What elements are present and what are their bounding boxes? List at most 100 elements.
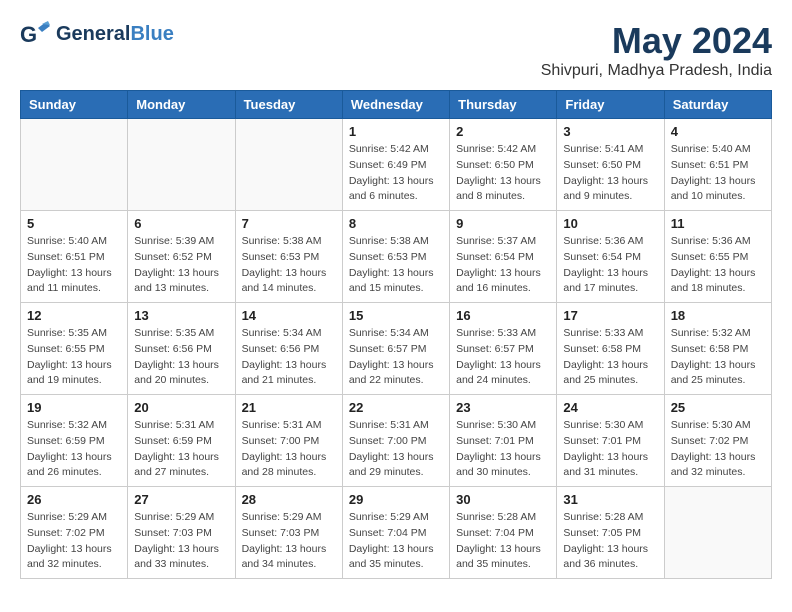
- logo-icon: G: [20, 20, 52, 48]
- calendar-cell: 11 Sunrise: 5:36 AM Sunset: 6:55 PM Dayli…: [664, 211, 771, 303]
- calendar-cell: 13 Sunrise: 5:35 AM Sunset: 6:56 PM Dayli…: [128, 303, 235, 395]
- calendar-cell: 19Sunrise: 5:32 AM Sunset: 6:59 PM Dayli…: [21, 395, 128, 487]
- calendar-cell: 5 Sunrise: 5:40 AM Sunset: 6:51 PM Daylig…: [21, 211, 128, 303]
- day-number: 14: [242, 308, 336, 323]
- month-title: May 2024: [541, 20, 772, 62]
- calendar-cell: 2Sunrise: 5:42 AM Sunset: 6:50 PM Daylig…: [450, 119, 557, 211]
- day-info: Sunrise: 5:31 AM Sunset: 6:59 PM Dayligh…: [134, 418, 228, 481]
- weekday-header-wednesday: Wednesday: [342, 91, 449, 119]
- day-number: 28: [242, 492, 336, 507]
- calendar-week-row: 1 Sunrise: 5:42 AM Sunset: 6:49 PM Daylig…: [21, 119, 772, 211]
- day-number: 7: [242, 216, 336, 231]
- weekday-header-tuesday: Tuesday: [235, 91, 342, 119]
- calendar-cell: 29Sunrise: 5:29 AM Sunset: 7:04 PM Dayli…: [342, 487, 449, 579]
- day-info: Sunrise: 5:28 AM Sunset: 7:04 PM Dayligh…: [456, 510, 550, 573]
- weekday-header-thursday: Thursday: [450, 91, 557, 119]
- day-number: 24: [563, 400, 657, 415]
- calendar-week-row: 19Sunrise: 5:32 AM Sunset: 6:59 PM Dayli…: [21, 395, 772, 487]
- day-number: 11: [671, 216, 765, 231]
- calendar-cell: 23 Sunrise: 5:30 AM Sunset: 7:01 PM Dayli…: [450, 395, 557, 487]
- day-info: Sunrise: 5:29 AM Sunset: 7:03 PM Dayligh…: [134, 510, 228, 573]
- day-number: 20: [134, 400, 228, 415]
- day-number: 22: [349, 400, 443, 415]
- day-info: Sunrise: 5:30 AM Sunset: 7:01 PM Dayligh…: [456, 418, 550, 481]
- calendar-cell: 27Sunrise: 5:29 AM Sunset: 7:03 PM Dayli…: [128, 487, 235, 579]
- calendar-cell: 9 Sunrise: 5:37 AM Sunset: 6:54 PM Daylig…: [450, 211, 557, 303]
- day-number: 19: [27, 400, 121, 415]
- title-block: May 2024 Shivpuri, Madhya Pradesh, India: [541, 20, 772, 80]
- calendar-cell: 30 Sunrise: 5:28 AM Sunset: 7:04 PM Dayli…: [450, 487, 557, 579]
- calendar-header-row: SundayMondayTuesdayWednesdayThursdayFrid…: [21, 91, 772, 119]
- weekday-header-monday: Monday: [128, 91, 235, 119]
- day-number: 9: [456, 216, 550, 231]
- calendar-cell: 3 Sunrise: 5:41 AM Sunset: 6:50 PM Daylig…: [557, 119, 664, 211]
- calendar-cell: 8Sunrise: 5:38 AM Sunset: 6:53 PM Daylig…: [342, 211, 449, 303]
- day-number: 3: [563, 124, 657, 139]
- day-number: 5: [27, 216, 121, 231]
- calendar-cell: 16Sunrise: 5:33 AM Sunset: 6:57 PM Dayli…: [450, 303, 557, 395]
- day-number: 25: [671, 400, 765, 415]
- calendar-cell: 12Sunrise: 5:35 AM Sunset: 6:55 PM Dayli…: [21, 303, 128, 395]
- day-number: 23: [456, 400, 550, 415]
- weekday-header-sunday: Sunday: [21, 91, 128, 119]
- calendar-cell: 26Sunrise: 5:29 AM Sunset: 7:02 PM Dayli…: [21, 487, 128, 579]
- day-number: 6: [134, 216, 228, 231]
- day-info: Sunrise: 5:32 AM Sunset: 6:58 PM Dayligh…: [671, 326, 765, 389]
- calendar-week-row: 26Sunrise: 5:29 AM Sunset: 7:02 PM Dayli…: [21, 487, 772, 579]
- day-info: Sunrise: 5:29 AM Sunset: 7:04 PM Dayligh…: [349, 510, 443, 573]
- day-info: Sunrise: 5:31 AM Sunset: 7:00 PM Dayligh…: [349, 418, 443, 481]
- calendar-cell: 25 Sunrise: 5:30 AM Sunset: 7:02 PM Dayli…: [664, 395, 771, 487]
- day-number: 21: [242, 400, 336, 415]
- calendar-cell: 31 Sunrise: 5:28 AM Sunset: 7:05 PM Dayli…: [557, 487, 664, 579]
- logo-general: General: [56, 23, 130, 45]
- day-info: Sunrise: 5:33 AM Sunset: 6:58 PM Dayligh…: [563, 326, 657, 389]
- day-info: Sunrise: 5:36 AM Sunset: 6:54 PM Dayligh…: [563, 234, 657, 297]
- day-number: 31: [563, 492, 657, 507]
- day-info: Sunrise: 5:34 AM Sunset: 6:56 PM Dayligh…: [242, 326, 336, 389]
- day-info: Sunrise: 5:40 AM Sunset: 6:51 PM Dayligh…: [27, 234, 121, 297]
- svg-text:G: G: [20, 22, 37, 47]
- day-info: Sunrise: 5:29 AM Sunset: 7:03 PM Dayligh…: [242, 510, 336, 573]
- day-info: Sunrise: 5:35 AM Sunset: 6:56 PM Dayligh…: [134, 326, 228, 389]
- calendar-week-row: 12Sunrise: 5:35 AM Sunset: 6:55 PM Dayli…: [21, 303, 772, 395]
- calendar-cell: [128, 119, 235, 211]
- day-number: 18: [671, 308, 765, 323]
- calendar-cell: 7 Sunrise: 5:38 AM Sunset: 6:53 PM Daylig…: [235, 211, 342, 303]
- day-number: 30: [456, 492, 550, 507]
- day-number: 15: [349, 308, 443, 323]
- calendar-cell: 18 Sunrise: 5:32 AM Sunset: 6:58 PM Dayli…: [664, 303, 771, 395]
- day-number: 13: [134, 308, 228, 323]
- day-number: 8: [349, 216, 443, 231]
- calendar-table: SundayMondayTuesdayWednesdayThursdayFrid…: [20, 90, 772, 579]
- page-header: G GeneralBlue May 2024 Shivpuri, Madhya …: [20, 20, 772, 80]
- logo-blue: Blue: [130, 23, 173, 45]
- location-title: Shivpuri, Madhya Pradesh, India: [541, 62, 772, 80]
- day-info: Sunrise: 5:30 AM Sunset: 7:02 PM Dayligh…: [671, 418, 765, 481]
- calendar-cell: 17Sunrise: 5:33 AM Sunset: 6:58 PM Dayli…: [557, 303, 664, 395]
- calendar-cell: 28 Sunrise: 5:29 AM Sunset: 7:03 PM Dayli…: [235, 487, 342, 579]
- calendar-cell: 22 Sunrise: 5:31 AM Sunset: 7:00 PM Dayli…: [342, 395, 449, 487]
- day-number: 4: [671, 124, 765, 139]
- day-info: Sunrise: 5:42 AM Sunset: 6:50 PM Dayligh…: [456, 142, 550, 205]
- day-info: Sunrise: 5:28 AM Sunset: 7:05 PM Dayligh…: [563, 510, 657, 573]
- day-number: 10: [563, 216, 657, 231]
- day-info: Sunrise: 5:38 AM Sunset: 6:53 PM Dayligh…: [242, 234, 336, 297]
- day-info: Sunrise: 5:41 AM Sunset: 6:50 PM Dayligh…: [563, 142, 657, 205]
- day-info: Sunrise: 5:36 AM Sunset: 6:55 PM Dayligh…: [671, 234, 765, 297]
- day-info: Sunrise: 5:29 AM Sunset: 7:02 PM Dayligh…: [27, 510, 121, 573]
- calendar-week-row: 5 Sunrise: 5:40 AM Sunset: 6:51 PM Daylig…: [21, 211, 772, 303]
- weekday-header-friday: Friday: [557, 91, 664, 119]
- day-info: Sunrise: 5:37 AM Sunset: 6:54 PM Dayligh…: [456, 234, 550, 297]
- calendar-cell: [664, 487, 771, 579]
- weekday-header-saturday: Saturday: [664, 91, 771, 119]
- calendar-cell: 15Sunrise: 5:34 AM Sunset: 6:57 PM Dayli…: [342, 303, 449, 395]
- calendar-cell: [235, 119, 342, 211]
- logo: G GeneralBlue: [20, 20, 174, 48]
- day-info: Sunrise: 5:42 AM Sunset: 6:49 PM Dayligh…: [349, 142, 443, 205]
- day-number: 1: [349, 124, 443, 139]
- day-info: Sunrise: 5:30 AM Sunset: 7:01 PM Dayligh…: [563, 418, 657, 481]
- day-number: 16: [456, 308, 550, 323]
- calendar-cell: 6Sunrise: 5:39 AM Sunset: 6:52 PM Daylig…: [128, 211, 235, 303]
- day-info: Sunrise: 5:31 AM Sunset: 7:00 PM Dayligh…: [242, 418, 336, 481]
- calendar-cell: 21 Sunrise: 5:31 AM Sunset: 7:00 PM Dayli…: [235, 395, 342, 487]
